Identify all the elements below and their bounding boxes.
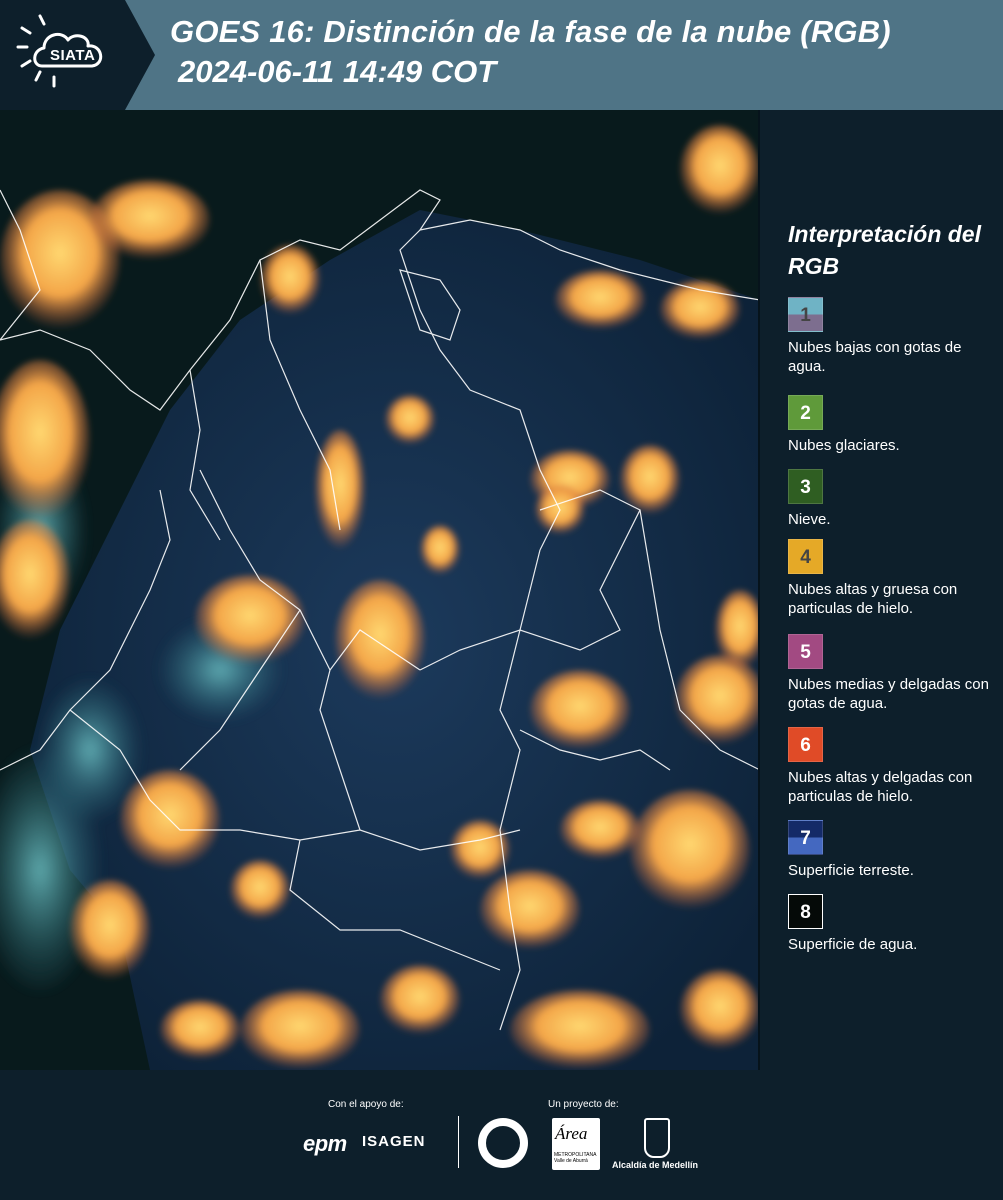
siata-logo-text: SIATA [50, 47, 96, 64]
footer-divider [458, 1116, 459, 1168]
legend-swatch: 6 [788, 727, 823, 762]
legend-item-2: 2 Nubes glaciares. [788, 395, 1003, 455]
legend-swatch: 2 [788, 395, 823, 430]
legend-label: Nieve. [788, 511, 831, 528]
epm-logo: epm [303, 1131, 347, 1156]
header-bar: SIATA GOES 16: Distinción de la fase de … [0, 0, 1003, 110]
medellin-shield-icon [644, 1118, 670, 1158]
legend-swatch: 1 [788, 297, 823, 332]
support-caption: Con el apoyo de: [328, 1099, 404, 1110]
satellite-map [0, 110, 760, 1070]
page-title: GOES 16: Distinción de la fase de la nub… [170, 14, 891, 49]
project-caption: Un proyecto de: [548, 1099, 619, 1110]
legend-swatch: 3 [788, 469, 823, 504]
legend-swatch: 4 [788, 539, 823, 574]
legend-label: Nubes medias y delgadas con gotas de agu… [788, 676, 989, 712]
legend-item-8: 8 Superficie de agua. [788, 894, 1003, 954]
legend-swatch: 7 [788, 820, 823, 855]
legend-label: Superficie de agua. [788, 936, 918, 953]
legend-label: Superficie terreste. [788, 862, 914, 879]
legend-item-3: 3 Nieve. [788, 469, 1003, 529]
siata-logo: SIATA [0, 0, 155, 110]
legend-item-4: 4 Nubes altas y gruesa con particulas de… [788, 539, 1003, 618]
footer: Con el apoyo de: Un proyecto de: epm ISA… [0, 1070, 1003, 1200]
legend-swatch: 8 [788, 894, 823, 929]
legend-label: Nubes bajas con gotas de agua. [788, 339, 962, 375]
legend-label: Nubes altas y delgadas con particulas de… [788, 769, 973, 805]
legend-item-1: 1 Nubes bajas con gotas de agua. [788, 297, 1003, 376]
legend-item-6: 6 Nubes altas y delgadas con particulas … [788, 727, 1003, 806]
timestamp: 2024-06-11 14:49 COT [178, 54, 497, 89]
legend-label: Nubes glaciares. [788, 437, 900, 454]
medellin-caption: Alcaldía de Medellín [612, 1160, 699, 1170]
legend-swatch: 5 [788, 634, 823, 669]
legend-label: Nubes altas y gruesa con particulas de h… [788, 581, 958, 617]
legend-item-5: 5 Nubes medias y delgadas con gotas de a… [788, 634, 1003, 713]
legend-title: Interpretación del RGB [788, 221, 981, 279]
legend-panel: Interpretación del RGB 1 Nubes bajas con… [760, 110, 1003, 1070]
municipal-seal-icon [478, 1118, 528, 1168]
area-metropolitana-logo: Área METROPOLITANA Valle de Aburrá [552, 1118, 600, 1170]
isagen-logo: ISAGEN [362, 1133, 426, 1150]
legend-item-7: 7 Superficie terreste. [788, 820, 1003, 880]
